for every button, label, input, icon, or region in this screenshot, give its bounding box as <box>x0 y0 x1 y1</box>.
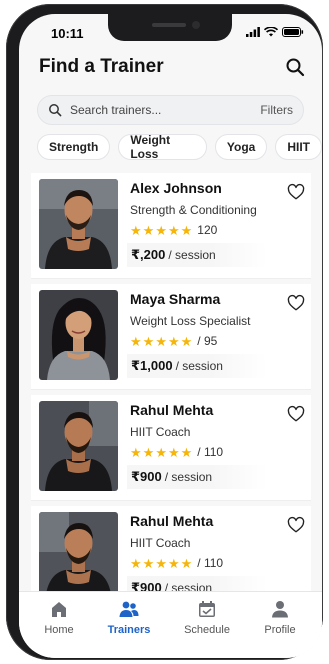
speaker <box>152 23 186 27</box>
session-price: ₹1,000 <box>131 358 173 373</box>
price-box: ₹900 / session <box>127 465 267 489</box>
star-icon: ★ <box>142 222 155 238</box>
star-icon: ★ <box>180 333 193 349</box>
heart-icon <box>287 294 305 311</box>
male-trainer-photo <box>39 179 118 269</box>
star-icon: ★ <box>142 333 155 349</box>
tab-label: Trainers <box>107 624 151 636</box>
star-icon: ★ <box>180 222 193 238</box>
status-time: 10:11 <box>51 26 84 41</box>
search-input[interactable]: Search trainers... <box>70 103 260 117</box>
review-count: / 110 <box>197 445 224 459</box>
session-price: ₹900 <box>131 469 162 484</box>
star-icon: ★ <box>180 444 193 460</box>
star-icon: ★ <box>155 444 167 460</box>
favorite-button[interactable] <box>287 183 305 201</box>
star-icon: ★ <box>167 222 180 238</box>
wifi-icon <box>264 27 278 37</box>
category-chips: Strength Weight Loss Yoga HIIT <box>37 133 322 161</box>
trainer-photo <box>39 401 118 491</box>
trainer-specialty: Weight Loss Specialist <box>130 314 251 328</box>
status-icons <box>246 27 304 37</box>
star-icon: ★ <box>155 333 167 349</box>
heart-icon <box>287 183 305 200</box>
tab-label: Schedule <box>184 624 230 636</box>
tab-label: Home <box>44 624 74 636</box>
trainer-photo <box>39 512 118 602</box>
heart-icon <box>287 516 305 533</box>
trainer-card[interactable]: Alex Johnson Strength & Conditioning ★ ★ ★… <box>31 173 311 279</box>
star-icon: ★ <box>167 555 180 571</box>
search-icon <box>286 58 305 77</box>
male-trainer-photo <box>39 512 118 602</box>
filters-button[interactable]: Filters <box>260 103 293 117</box>
trainer-rating: ★ ★ ★ ★ ★ 120 <box>130 223 217 237</box>
price-unit: / session <box>164 470 213 484</box>
star-icon: ★ <box>167 444 180 460</box>
star-icon: ★ <box>180 555 193 571</box>
trainer-specialty: Strength & Conditioning <box>130 203 257 217</box>
price-unit: / session <box>168 248 216 262</box>
price-box: ₹,200 / session <box>127 243 267 267</box>
favorite-button[interactable] <box>287 516 305 534</box>
home-icon <box>52 602 66 617</box>
female-trainer-photo <box>39 290 118 380</box>
price-unit: / session <box>175 359 223 373</box>
trainer-rating: ★ ★ ★ ★ ★ / 110 <box>130 445 223 459</box>
trainer-name: Rahul Mehta <box>130 513 214 529</box>
chip-weight-loss[interactable]: Weight Loss <box>118 133 207 161</box>
trainer-name: Alex Johnson <box>130 180 222 196</box>
session-price: ₹,200 <box>131 247 166 262</box>
battery-icon <box>282 27 304 37</box>
signal-icon <box>246 27 260 37</box>
bottom-tab-bar: Home Trainers Schedule Profile <box>19 591 322 658</box>
star-icon: ★ <box>130 222 142 238</box>
chip-yoga[interactable]: Yoga <box>214 134 268 160</box>
review-count: / 110 <box>197 556 224 570</box>
trainer-card[interactable]: Maya Sharma Weight Loss Specialist ★ ★ ★ ★ ★… <box>31 284 311 390</box>
trainer-rating: ★ ★ ★ ★ ★ / 110 <box>130 556 223 570</box>
trainer-card[interactable]: Rahul Mehta HIIT Coach ★ ★ ★ ★ ★ / 110 ₹900 … <box>31 395 311 501</box>
trainer-photo <box>39 179 118 269</box>
favorite-button[interactable] <box>287 294 305 312</box>
chip-strength[interactable]: Strength <box>37 134 111 160</box>
trainer-name: Rahul Mehta <box>130 402 214 418</box>
phone-frame: 10:11 Find a Trainer Search trainers... … <box>6 4 323 660</box>
tab-trainers[interactable]: Trainers <box>99 600 159 636</box>
trainer-specialty: HIIT Coach <box>130 425 191 439</box>
camera <box>192 21 200 29</box>
tab-schedule[interactable]: Schedule <box>177 600 237 636</box>
page-title: Find a Trainer <box>39 56 164 77</box>
trainer-rating: ★ ★ ★ ★ ★ / 95 <box>130 334 217 348</box>
heart-icon <box>287 405 305 422</box>
star-icon: ★ <box>155 222 167 238</box>
star-icon: ★ <box>130 555 142 571</box>
star-icon: ★ <box>130 444 142 460</box>
male-trainer-photo <box>39 401 118 491</box>
trainers-icon <box>119 601 139 617</box>
search-button[interactable] <box>284 56 306 78</box>
review-count: / 95 <box>197 334 218 348</box>
trainer-specialty: HIIT Coach <box>130 536 191 550</box>
trainer-photo <box>39 290 118 380</box>
price-box: ₹1,000 / session <box>127 354 267 378</box>
trainer-name: Maya Sharma <box>130 291 221 307</box>
star-icon: ★ <box>130 333 142 349</box>
notch <box>108 14 232 41</box>
star-icon: ★ <box>167 333 180 349</box>
profile-icon <box>272 601 288 618</box>
chip-hiit[interactable]: HIIT <box>275 134 322 160</box>
review-count: 120 <box>197 223 218 237</box>
search-icon <box>49 104 62 117</box>
tab-home[interactable]: Home <box>29 600 89 636</box>
schedule-icon <box>199 601 215 617</box>
search-bar[interactable]: Search trainers... Filters <box>37 95 304 125</box>
star-icon: ★ <box>142 444 155 460</box>
favorite-button[interactable] <box>287 405 305 423</box>
star-icon: ★ <box>142 555 155 571</box>
star-icon: ★ <box>155 555 167 571</box>
app-screen: 10:11 Find a Trainer Search trainers... … <box>19 14 322 658</box>
tab-label: Profile <box>264 624 296 636</box>
tab-profile[interactable]: Profile <box>250 600 310 636</box>
